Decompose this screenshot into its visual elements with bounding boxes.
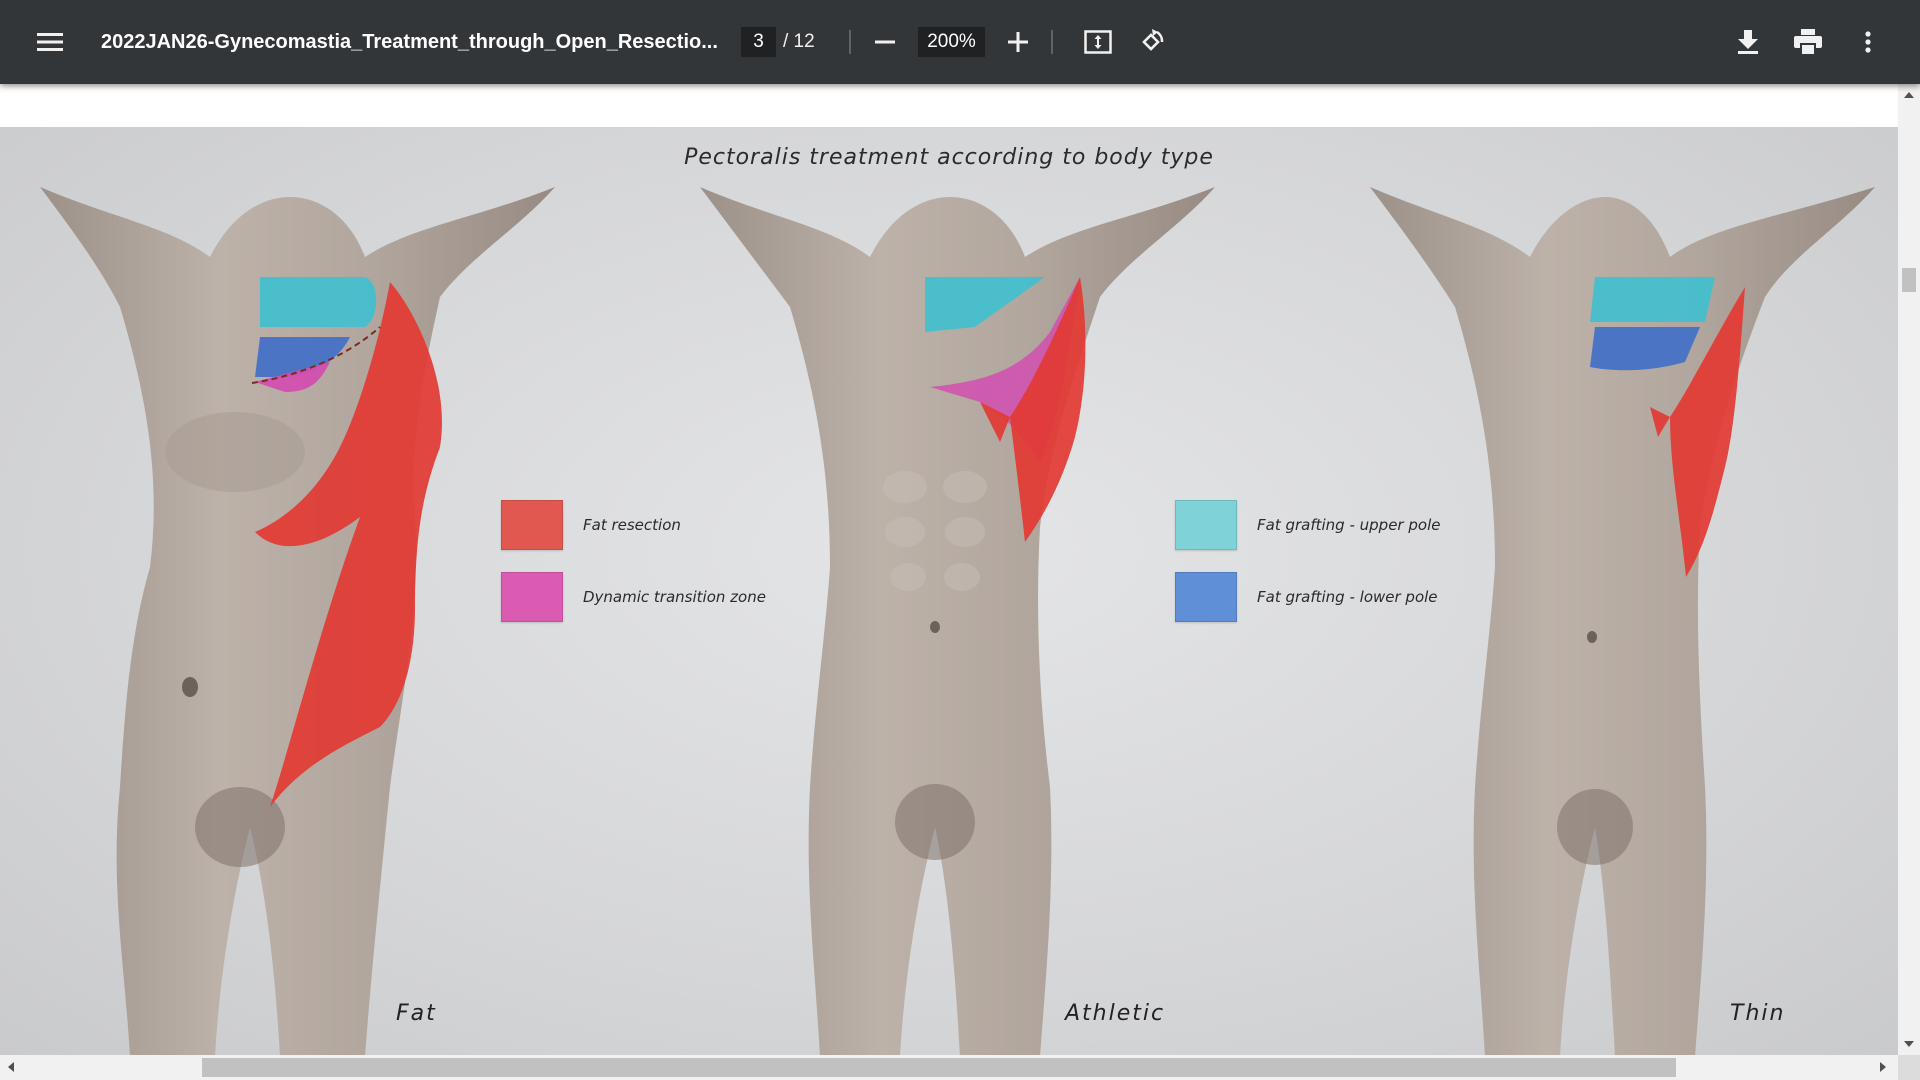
fit-to-page-button[interactable] <box>1074 0 1122 84</box>
rotate-button[interactable] <box>1127 0 1175 84</box>
anatomy-figure: Pectoralis treatment according to body t… <box>0 127 1898 1055</box>
body-label-fat: Fat <box>396 1001 437 1026</box>
pdf-viewer[interactable]: Pectoralis treatment according to body t… <box>0 84 1898 1055</box>
fit-to-page-icon[interactable] <box>1074 18 1122 66</box>
download-button[interactable] <box>1724 0 1772 84</box>
scroll-down-arrow-icon[interactable] <box>1904 1041 1914 1047</box>
upper-pole-region <box>1590 277 1715 322</box>
legend-item-lower-pole: Fat grafting - lower pole <box>1175 572 1438 622</box>
figure-title: Pectoralis treatment according to body t… <box>684 145 1214 170</box>
body-label-athletic: Athletic <box>1065 1001 1166 1026</box>
menu-button[interactable] <box>26 0 74 84</box>
legend-swatch <box>1175 572 1237 622</box>
legend-label: Dynamic transition zone <box>583 588 766 606</box>
plus-icon[interactable] <box>994 18 1042 66</box>
scroll-right-arrow-icon[interactable] <box>1880 1062 1886 1072</box>
zoom-in-button[interactable] <box>994 0 1042 84</box>
legend-label: Fat grafting - upper pole <box>1257 516 1441 534</box>
print-button[interactable] <box>1784 0 1832 84</box>
more-vert-icon[interactable] <box>1844 18 1892 66</box>
body-label-thin: Thin <box>1730 1001 1786 1026</box>
horizontal-scrollbar[interactable] <box>0 1055 1898 1080</box>
vertical-scrollbar[interactable] <box>1898 84 1920 1055</box>
legend-item-fat-resection: Fat resection <box>501 500 681 550</box>
more-options-button[interactable] <box>1844 0 1892 84</box>
minus-icon[interactable] <box>861 18 909 66</box>
toolbar-divider <box>1051 30 1053 54</box>
rotate-counterclockwise-icon[interactable] <box>1127 18 1175 66</box>
upper-pole-region <box>260 277 377 327</box>
page-total: / 12 <box>783 31 815 52</box>
zoom-out-button[interactable] <box>861 0 909 84</box>
hamburger-menu-icon[interactable] <box>26 18 74 66</box>
legend-item-upper-pole: Fat grafting - upper pole <box>1175 500 1440 550</box>
legend-label: Fat grafting - lower pole <box>1257 588 1438 606</box>
legend-label: Fat resection <box>583 516 681 534</box>
pdf-toolbar: 2022JAN26-Gynecomastia_Treatment_through… <box>0 0 1920 84</box>
vertical-scroll-thumb[interactable] <box>1902 268 1916 292</box>
zoom-level-input[interactable]: 200% <box>918 27 985 57</box>
print-icon[interactable] <box>1784 18 1832 66</box>
scroll-up-arrow-icon[interactable] <box>1904 92 1914 98</box>
scrollbar-corner <box>1898 1055 1920 1080</box>
legend-item-transition-zone: Dynamic transition zone <box>501 572 766 622</box>
horizontal-scroll-thumb[interactable] <box>202 1058 1676 1077</box>
legend-swatch <box>501 500 563 550</box>
legend-swatch <box>501 572 563 622</box>
legend-swatch <box>1175 500 1237 550</box>
download-icon[interactable] <box>1724 18 1772 66</box>
toolbar-divider <box>849 30 851 54</box>
scroll-left-arrow-icon[interactable] <box>8 1062 14 1072</box>
fat-body-illustration <box>40 187 555 1055</box>
page-number-input[interactable]: 3 <box>741 27 776 57</box>
pdf-page: Pectoralis treatment according to body t… <box>0 84 1898 1055</box>
document-title: 2022JAN26-Gynecomastia_Treatment_through… <box>101 31 718 53</box>
